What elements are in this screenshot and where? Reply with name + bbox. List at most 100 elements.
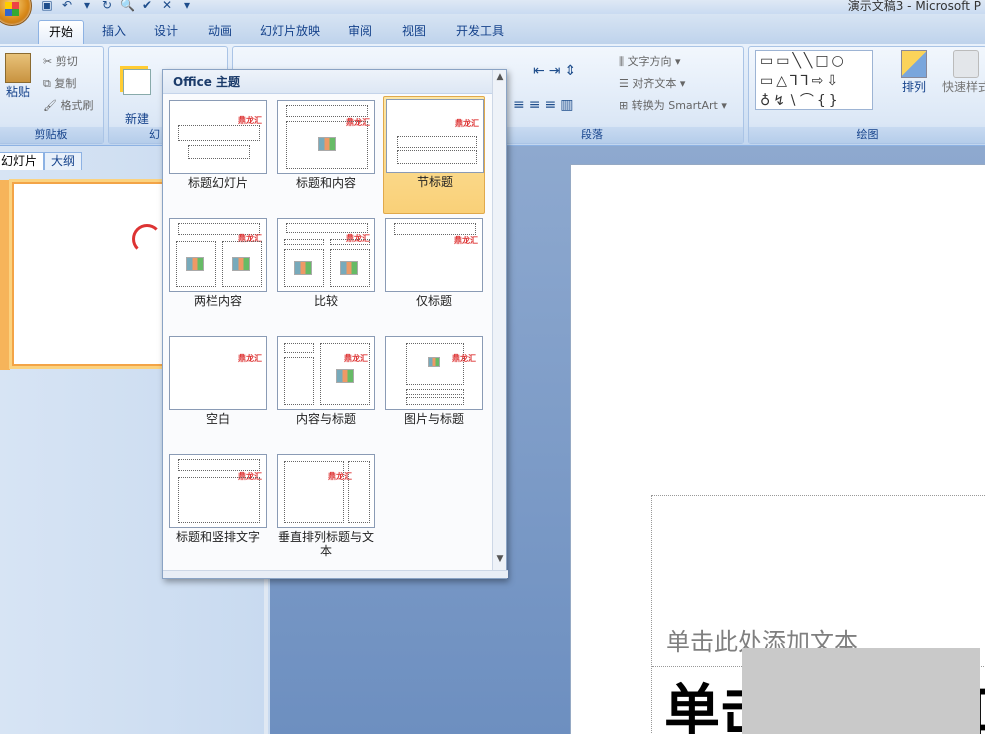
smartart-label: 转换为 SmartArt [631,99,718,112]
caption-box [406,397,464,405]
layout-picture-with-caption[interactable]: 鼎龙汇 图片与标题 [383,334,485,444]
new-slide-icon [123,69,151,95]
layout-label: 比较 [313,294,338,308]
content-icon [340,261,358,275]
drawing-label: 绘图 [749,127,985,143]
layout-blank[interactable]: 鼎龙汇 空白 [167,334,269,444]
layout-thumbnail: 鼎龙汇 [277,336,375,410]
layout-comparison[interactable]: 鼎龙汇 比较 [275,216,377,326]
shapes-gallery[interactable]: ▭▭╲╲□○ ▭△⅂⅂⇨⇩ ♁↯∖⌒{} [755,50,873,110]
ribbon-tabs: 开始 插入 设计 动画 幻灯片放映 审阅 视图 开发工具 [0,14,985,44]
redo-icon[interactable]: ↻ [100,0,114,12]
layout-label: 仅标题 [415,294,452,308]
tab-view[interactable]: 视图 [394,20,434,44]
layout-label: 标题和竖排文字 [175,530,260,544]
gallery-resize-grip[interactable] [163,570,508,578]
slide-thumbnail[interactable] [12,182,182,366]
copy-button[interactable]: ⧉ 复制 [43,75,76,91]
paste-button[interactable]: 粘贴 [3,53,33,100]
smartart-icon: ⊞ [619,99,632,112]
layout-section-header[interactable]: 鼎龙汇 节标题 [383,96,485,214]
format-painter-button[interactable]: 🖌 格式刷 [43,97,93,113]
save-icon[interactable]: ▣ [40,0,54,12]
title-box [178,125,260,141]
layout-thumbnail: 鼎龙汇 [277,454,375,528]
layout-two-content[interactable]: 鼎龙汇 两栏内容 [167,216,269,326]
layout-title-only[interactable]: 鼎龙汇 仅标题 [383,216,485,326]
office-logo-icon [5,2,19,16]
check-icon[interactable]: ✔ [140,0,154,12]
arrange-button[interactable]: 排列 [896,50,932,95]
tab-slides[interactable]: 幻灯片 [0,152,45,170]
format-painter-label: 格式刷 [60,99,94,112]
tab-animation[interactable]: 动画 [200,20,240,44]
cut-label: 剪切 [55,55,78,68]
gallery-scrollbar[interactable]: ▲ ▼ [492,70,506,576]
layout-title-slide[interactable]: 鼎龙汇 标题幻灯片 [167,98,269,208]
alignment-buttons[interactable]: ≡≡≡▥ [513,97,577,113]
title-box [286,105,368,117]
layout-content-with-caption[interactable]: 鼎龙汇 内容与标题 [275,334,377,444]
gallery-header: Office 主题 [163,70,493,94]
quick-access-toolbar: ▣ ↶ ▾ ↻ 🔍 ✔ ✕ ▾ [40,0,194,12]
vertical-text-box [178,477,260,523]
undo-icon[interactable]: ↶ [60,0,74,12]
layout-label: 内容与标题 [295,412,356,426]
align-text-button[interactable]: ☰ 对齐文本 ▾ [619,75,685,91]
tab-insert[interactable]: 插入 [94,20,134,44]
tab-outline[interactable]: 大纲 [44,152,83,170]
tab-slideshow[interactable]: 幻灯片放映 [254,20,326,44]
layout-label: 标题幻灯片 [187,176,248,190]
cut-button[interactable]: ✂ 剪切 [43,53,78,69]
text-direction-button[interactable]: ⫼ 文字方向 ▾ [619,53,681,69]
left-header-box [284,239,324,245]
layout-thumbnail: 鼎龙汇 [277,100,375,174]
logo-icon: 鼎龙汇 [452,354,476,363]
window-title: 演示文稿3 - Microsoft P [847,0,981,13]
tab-developer[interactable]: 开发工具 [448,20,512,44]
tab-design[interactable]: 设计 [146,20,186,44]
quick-styles-button[interactable]: 快速样式 [936,50,985,95]
dropdown-icon[interactable]: ▾ [80,0,94,12]
layout-thumbnail: 鼎龙汇 [169,218,267,292]
close-icon[interactable]: ✕ [160,0,174,12]
text-direction-label: 文字方向 [627,55,672,68]
tab-home[interactable]: 开始 [38,20,84,44]
scissors-icon: ✂ [43,55,56,68]
content-icon [336,369,354,383]
layout-title-vertical-text[interactable]: 鼎龙汇 标题和竖排文字 [167,452,269,562]
layout-thumbnail: 鼎龙汇 [169,336,267,410]
align-text-label: 对齐文本 [632,77,677,90]
content-icon [186,257,204,271]
smartart-button[interactable]: ⊞ 转换为 SmartArt ▾ [619,97,727,113]
scroll-down-icon[interactable]: ▼ [495,554,505,564]
clipboard-group: 粘贴 ✂ 剪切 ⧉ 复制 🖌 格式刷 剪贴板 [0,46,104,144]
logo-icon: 鼎龙汇 [344,354,368,363]
layout-title-content[interactable]: 鼎龙汇 标题和内容 [275,98,377,208]
layout-label: 标题和内容 [295,176,356,190]
redaction-box [742,648,980,734]
indent-buttons[interactable]: ⇤⇥⇕ [533,63,580,79]
pane-splitter[interactable] [264,560,268,734]
layout-label: 图片与标题 [403,412,464,426]
title-box [178,459,260,471]
content-icon [318,137,336,151]
content-icon [232,257,250,271]
tab-review[interactable]: 审阅 [340,20,380,44]
customize-qat-icon[interactable]: ▾ [180,0,194,12]
scroll-up-icon[interactable]: ▲ [495,72,505,82]
layout-thumbnail: 鼎龙汇 [277,218,375,292]
text-box [397,136,477,148]
layout-vertical-title-text[interactable]: 鼎龙汇 垂直排列标题与文本 [275,452,377,562]
picture-icon [428,357,440,367]
content-icon [294,261,312,275]
copy-label: 复制 [54,77,77,90]
layout-label: 两栏内容 [193,294,242,308]
quick-styles-label: 快速样式 [941,80,985,94]
copy-icon: ⧉ [43,77,55,90]
title-box [406,389,464,395]
print-preview-icon[interactable]: 🔍 [120,0,135,12]
logo-icon: 鼎龙汇 [455,119,479,128]
arrange-icon [901,50,927,78]
align-text-icon: ☰ [619,77,633,90]
